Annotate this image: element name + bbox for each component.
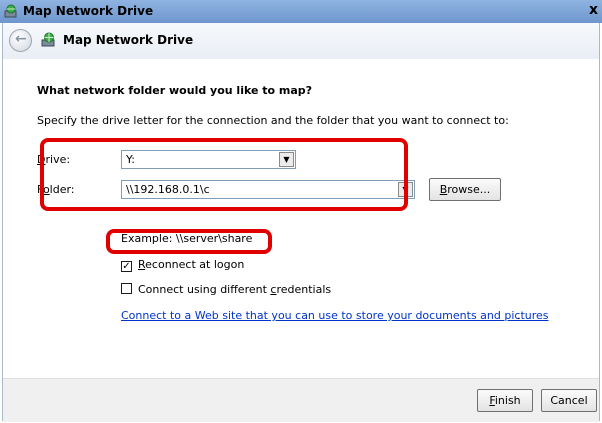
header-bar: ← Map Network Drive (3, 23, 599, 60)
back-button[interactable]: ← (9, 29, 32, 52)
checkbox-unchecked-icon[interactable] (121, 283, 132, 294)
highlight-box-reconnect (106, 229, 272, 254)
page-heading: What network folder would you like to ma… (37, 84, 313, 97)
dialog-window: ← Map Network Drive What network folder … (2, 23, 600, 422)
back-arrow-icon: ← (15, 31, 27, 47)
web-site-link[interactable]: Connect to a Web site that you can use t… (121, 309, 549, 322)
browse-button[interactable]: Browse... (429, 178, 501, 201)
cancel-button[interactable]: Cancel (541, 389, 597, 412)
description-text: Specify the drive letter for the connect… (37, 114, 509, 127)
window-title: Map Network Drive (23, 4, 154, 18)
header-title: Map Network Drive (63, 33, 194, 47)
link-suffix: . (517, 309, 521, 322)
title-bar: Map Network Drive x (0, 0, 602, 23)
network-drive-icon (4, 4, 17, 18)
reconnect-checkbox[interactable]: ✓ Reconnect at logon (121, 258, 244, 272)
finish-button[interactable]: Finish (477, 389, 533, 412)
network-drive-icon (41, 32, 55, 47)
checkbox-checked-icon[interactable]: ✓ (121, 261, 132, 272)
close-icon[interactable]: x (589, 2, 598, 18)
highlight-box-drive-folder (40, 138, 408, 211)
credentials-checkbox[interactable]: Connect using different credentials (121, 283, 331, 296)
footer-bar: Finish Cancel (3, 378, 599, 422)
